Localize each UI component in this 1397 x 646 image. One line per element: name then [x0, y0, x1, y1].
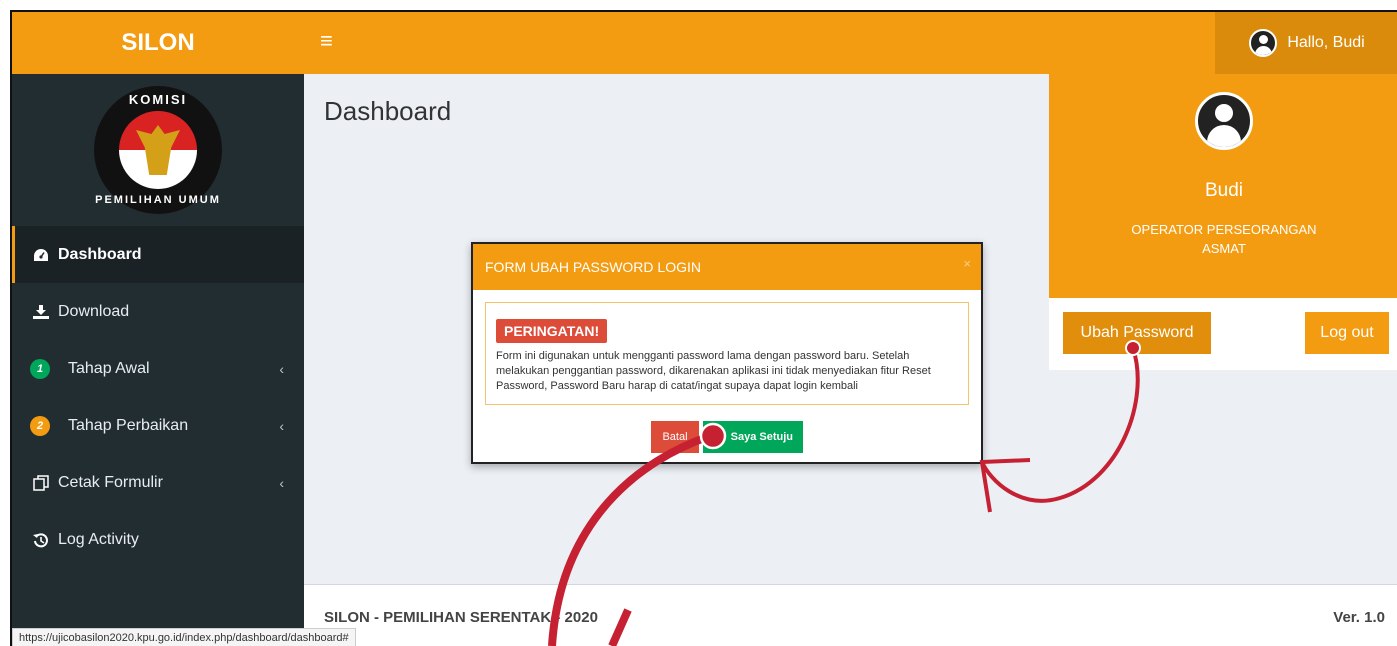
kpu-logo: KOMISI PEMILIHAN UMUM [94, 86, 222, 214]
agree-button[interactable]: Saya Setuju [703, 421, 803, 453]
sidebar-item-label: Cetak Formulir [58, 473, 163, 491]
modal-buttons: Batal Saya Setuju [485, 421, 969, 453]
cancel-button[interactable]: Batal [651, 421, 699, 453]
top-navbar: SILON ≡ Hallo, Budi [12, 12, 1397, 74]
profile-role-location: ASMAT [1202, 241, 1246, 256]
profile-role-title: OPERATOR PERSEORANGAN [1131, 222, 1317, 237]
modal-header: FORM UBAH PASSWORD LOGIN × [473, 244, 981, 290]
sidebar-menu: Dashboard Download 1 Tahap Awal ‹ 2 Taha… [12, 226, 304, 568]
sidebar-logo: KOMISI PEMILIHAN UMUM [12, 74, 304, 226]
close-icon[interactable]: × [963, 256, 971, 271]
warning-label: PERINGATAN! [496, 319, 608, 343]
sidebar-item-tahap-awal[interactable]: 1 Tahap Awal ‹ [12, 340, 304, 397]
page-title: Dashboard [324, 96, 452, 126]
sidebar-item-label: Tahap Awal [68, 359, 150, 377]
kpu-logo-bottom-text: PEMILIHAN UMUM [95, 194, 221, 206]
warning-text: Form ini digunakan untuk mengganti passw… [496, 350, 931, 392]
sidebar-item-label: Dashboard [58, 245, 142, 263]
profile-name: Budi [1204, 180, 1244, 201]
profile-header: Budi OPERATOR PERSEORANGAN ASMAT [1049, 74, 1397, 298]
app-window: SILON ≡ Hallo, Budi KOMISI PEMILIHAN UMU… [10, 10, 1397, 646]
kpu-emblem [119, 111, 197, 189]
user-avatar-icon [1249, 29, 1278, 57]
warning-box: PERINGATAN! Form ini digunakan untuk men… [485, 302, 969, 405]
footer-version: Ver. 1.0 [1333, 609, 1385, 626]
sidebar-item-download[interactable]: Download [12, 283, 304, 340]
profile-actions: Ubah Password Log out [1049, 298, 1397, 370]
sidebar-item-label: Download [58, 302, 130, 320]
download-icon [30, 304, 52, 319]
change-password-modal: FORM UBAH PASSWORD LOGIN × PERINGATAN! F… [471, 242, 983, 464]
dashboard-icon [30, 248, 52, 262]
app-logo[interactable]: SILON [12, 12, 304, 74]
sidebar-toggle-icon[interactable]: ≡ [320, 30, 333, 52]
user-avatar-icon [1195, 92, 1253, 150]
sidebar: KOMISI PEMILIHAN UMUM Dashboard Download [12, 74, 304, 646]
copy-icon [30, 474, 52, 491]
chevron-left-icon: ‹ [279, 360, 284, 377]
sidebar-item-label: Log Activity [58, 530, 139, 548]
kpu-logo-top-text: KOMISI [128, 92, 188, 107]
footer: SILON - PEMILIHAN SERENTAK - 2020 Ver. 1… [304, 584, 1397, 646]
chevron-left-icon: ‹ [279, 417, 284, 434]
modal-body: PERINGATAN! Form ini digunakan untuk men… [473, 290, 981, 453]
step-badge: 1 [30, 358, 50, 379]
step-badge: 2 [30, 415, 50, 436]
chevron-left-icon: ‹ [279, 474, 284, 491]
footer-app-name: SILON - PEMILIHAN SERENTAK - 2020 [324, 609, 598, 626]
profile-card: Budi OPERATOR PERSEORANGAN ASMAT Ubah Pa… [1049, 74, 1397, 370]
logout-button[interactable]: Log out [1305, 312, 1389, 354]
change-password-button[interactable]: Ubah Password [1063, 312, 1211, 354]
user-menu[interactable]: Hallo, Budi [1215, 12, 1397, 74]
sidebar-item-dashboard[interactable]: Dashboard [12, 226, 304, 283]
profile-role: OPERATOR PERSEORANGAN ASMAT [1131, 220, 1316, 258]
sidebar-item-log-activity[interactable]: Log Activity [12, 511, 304, 568]
modal-title: FORM UBAH PASSWORD LOGIN [485, 259, 701, 275]
sidebar-item-label: Tahap Perbaikan [68, 416, 189, 434]
browser-status-url: https://ujicobasilon2020.kpu.go.id/index… [12, 628, 356, 646]
user-greeting: Hallo, Budi [1287, 34, 1365, 51]
sidebar-item-cetak-formulir[interactable]: Cetak Formulir ‹ [12, 454, 304, 511]
sidebar-item-tahap-perbaikan[interactable]: 2 Tahap Perbaikan ‹ [12, 397, 304, 454]
history-icon [30, 532, 52, 548]
